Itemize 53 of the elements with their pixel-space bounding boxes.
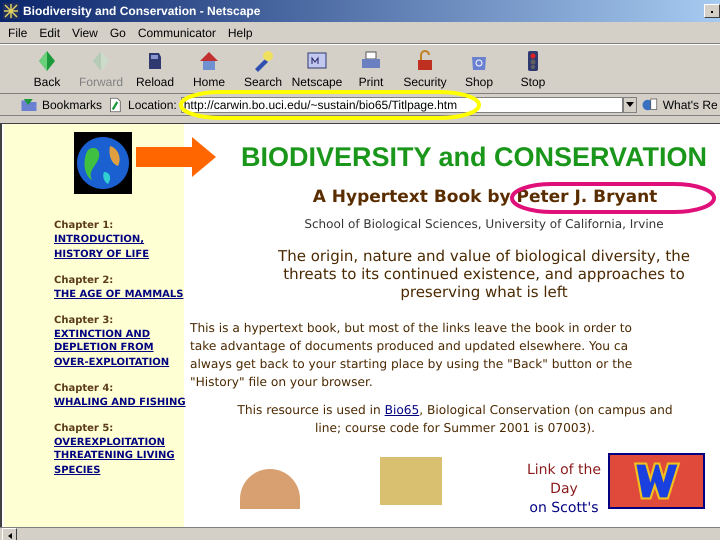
chapter-link[interactable]: EXTINCTION AND DEPLETION FROM xyxy=(54,328,186,354)
chapter-link[interactable]: INTRODUCTION, xyxy=(54,233,186,246)
globe-page-icon xyxy=(640,96,659,114)
toolbar-button[interactable]: Security xyxy=(398,45,452,93)
menu-item[interactable]: Communicator xyxy=(132,26,222,40)
minimize-button[interactable] xyxy=(704,4,720,18)
url-field[interactable]: http://carwin.bo.uci.edu/~sustain/bio65/Titlpage.htm xyxy=(180,96,623,112)
whats-related-button[interactable]: What's Re xyxy=(662,98,718,112)
bookmarks-button[interactable]: Bookmarks xyxy=(42,98,102,112)
menu-item[interactable]: Edit xyxy=(33,26,66,40)
toolbar-button[interactable]: Shop xyxy=(452,45,506,93)
chapter-link[interactable]: OVEREXPLOITATION THREATENING LIVING xyxy=(54,436,186,462)
globe-drawing xyxy=(74,132,132,194)
chapter-link[interactable]: WHALING AND FISHING xyxy=(54,396,186,409)
chapter-link[interactable]: HISTORY OF LIFE xyxy=(54,248,186,261)
toolbar-button[interactable]: Netscape xyxy=(290,45,344,93)
award-image xyxy=(380,457,442,505)
link-of-the-day-link[interactable]: on Scott's xyxy=(529,500,599,516)
intro-paragraph: This is a hypertext book, but most of the links leave the book in order to take advantage of documents produced and updated elsewhere. You ca always get back to your starting place by using the "Back" button or the "History" file on your browser. xyxy=(190,320,632,391)
resource-paragraph: This resource is used in Bio65, Biological Conservation (on campus and line; course code for Summer 2001 is 07003). xyxy=(237,402,673,437)
link-of-the-day-text: Link of the Day on Scott's xyxy=(526,461,602,518)
chapter-heading: Chapter 2: xyxy=(54,275,114,286)
toolbar-button[interactable]: Print xyxy=(344,45,398,93)
toolbar-button[interactable]: Search xyxy=(236,45,290,93)
page-subtitle: A Hypertext Book by Peter J. Bryant xyxy=(312,187,658,207)
toolbar-button[interactable]: Reload xyxy=(128,45,182,93)
course-link[interactable]: Bio65 xyxy=(384,403,420,417)
chapter-heading: Chapter 4: xyxy=(54,383,114,394)
menu-item[interactable]: Go xyxy=(104,26,132,40)
horizontal-scrollbar[interactable] xyxy=(0,527,720,540)
menu-item[interactable]: Help xyxy=(222,26,259,40)
chapter-link[interactable]: SPECIES xyxy=(54,464,186,477)
toolbar-button[interactable]: Home xyxy=(182,45,236,93)
chapter-link[interactable]: THE AGE OF MAMMALS xyxy=(54,288,186,301)
tagline-text: The origin, nature and value of biological diversity, the threats to its continued existence, and approaches to preserving what is left xyxy=(277,247,691,301)
toolbar-button[interactable]: Stop xyxy=(506,45,560,93)
award-image xyxy=(240,469,300,509)
menu-item[interactable]: File xyxy=(2,26,34,40)
caret-icon xyxy=(626,102,634,107)
dropdown-button[interactable] xyxy=(622,96,637,112)
chapter-heading: Chapter 1: xyxy=(54,220,114,231)
chapter-link[interactable]: OVER-EXPLOITATION xyxy=(54,356,186,369)
toolbar-button[interactable]: Back xyxy=(20,45,74,93)
left-arrow-icon xyxy=(8,532,12,538)
page-title: BIODIVERSITY and CONSERVATION xyxy=(240,142,708,173)
chapter-heading: Chapter 3: xyxy=(54,315,114,326)
affiliation-text: School of Biological Sciences, University of California, Irvine xyxy=(304,217,664,231)
menu-item[interactable]: View xyxy=(66,26,104,40)
arrow-icon xyxy=(136,137,216,177)
window-title: Biodiversity and Conservation - Netscape xyxy=(23,4,260,18)
location-label: Location: xyxy=(128,98,177,112)
chapter-heading: Chapter 5: xyxy=(54,423,114,434)
netscape-logo-icon xyxy=(3,3,19,19)
